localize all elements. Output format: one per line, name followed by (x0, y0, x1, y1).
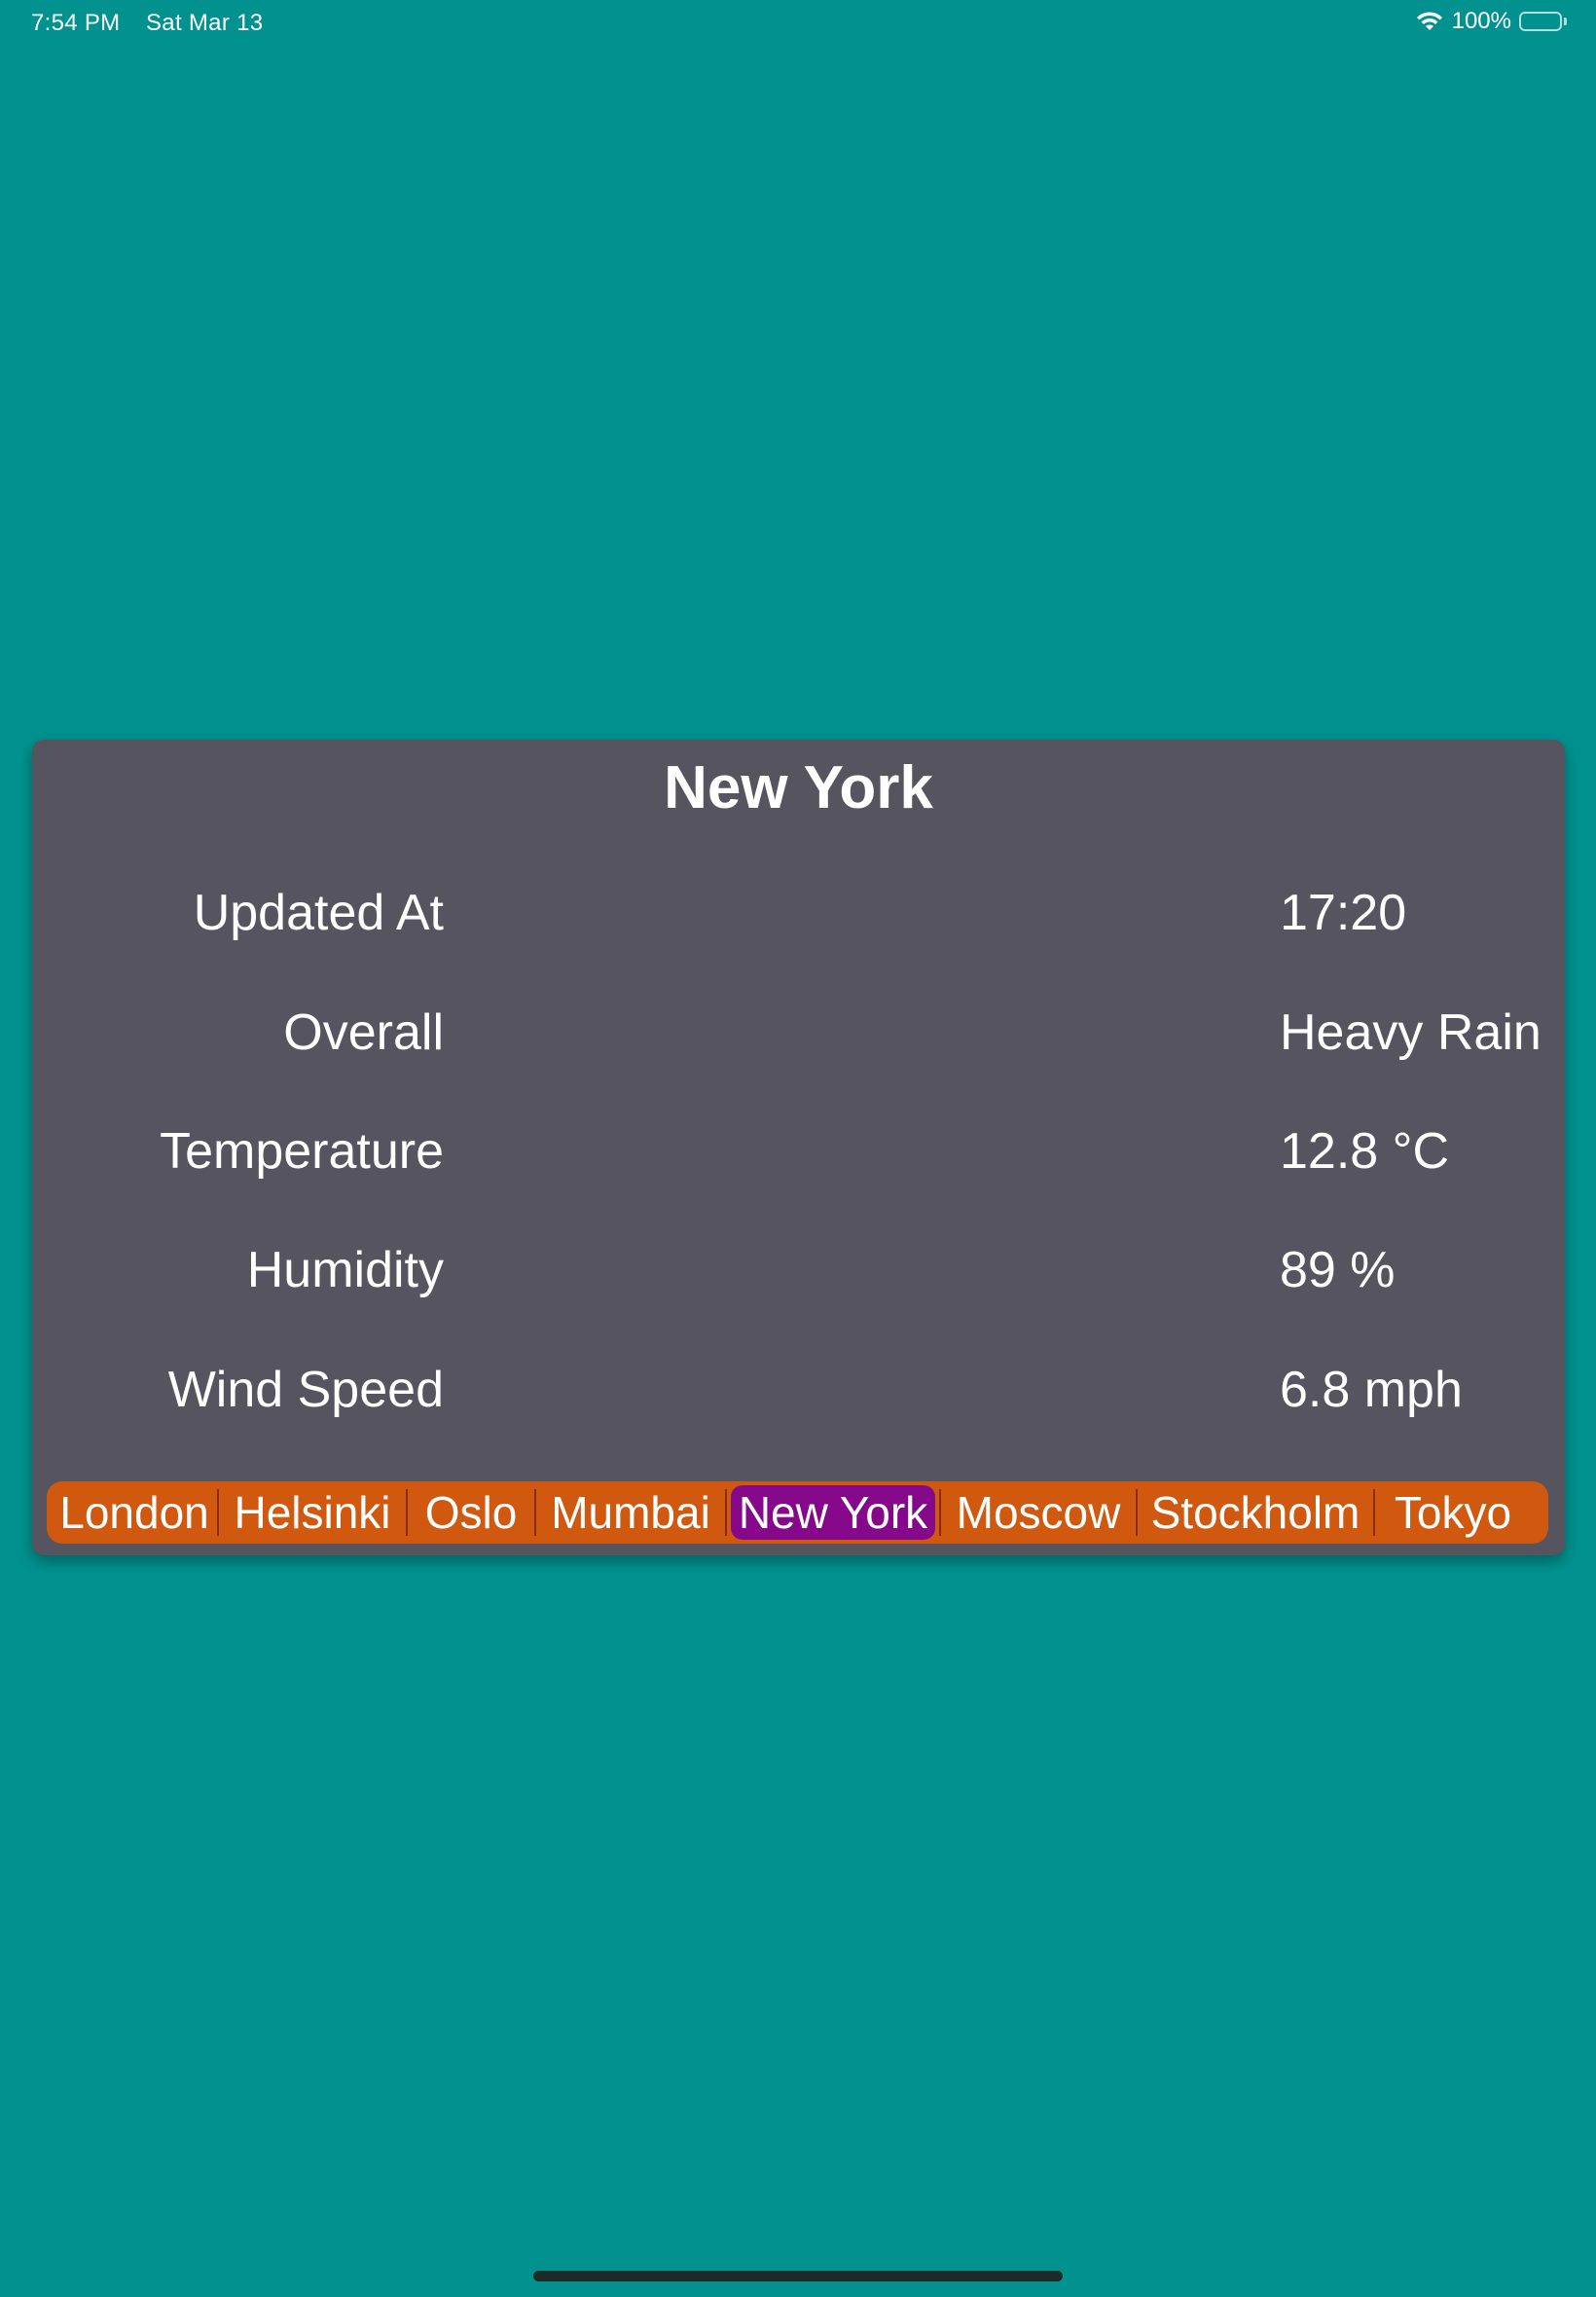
row-value: 17:20 (1280, 885, 1407, 941)
weather-card: New York Updated At 17:20 Overall Heavy … (32, 740, 1565, 1555)
home-indicator[interactable] (533, 2271, 1063, 2281)
row-label: Updated At (193, 885, 444, 941)
row-value: 89 % (1280, 1242, 1396, 1298)
segment-new-york[interactable]: New York (731, 1485, 935, 1540)
row-label: Wind Speed (167, 1362, 444, 1418)
weather-row-temperature: Temperature 12.8 °C (32, 1122, 1565, 1190)
wifi-icon (1415, 11, 1444, 32)
segment-oslo[interactable]: Oslo (408, 1485, 534, 1540)
weather-row-humidity: Humidity 89 % (32, 1241, 1565, 1309)
segment-tokyo[interactable]: Tokyo (1375, 1485, 1531, 1540)
segment-stockholm[interactable]: Stockholm (1138, 1485, 1373, 1540)
segment-mumbai[interactable]: Mumbai (536, 1485, 725, 1540)
status-indicators: 100% (1415, 8, 1567, 35)
row-label: Temperature (160, 1123, 444, 1180)
status-time: 7:54 PM (31, 10, 121, 36)
row-value: Heavy Rain (1280, 1004, 1542, 1061)
segment-london[interactable]: London (52, 1485, 217, 1540)
row-label: Humidity (246, 1242, 444, 1298)
city-title: New York (664, 754, 933, 821)
segment-helsinki[interactable]: Helsinki (219, 1485, 406, 1540)
status-bar: 7:54 PM Sat Mar 13 100% (0, 0, 1596, 47)
row-label: Overall (283, 1004, 444, 1061)
weather-row-updated-at: Updated At 17:20 (32, 884, 1565, 952)
battery-percent: 100% (1451, 8, 1511, 34)
segment-divider (725, 1489, 727, 1536)
screen: 7:54 PM Sat Mar 13 100% New York Updated… (0, 0, 1596, 2297)
segment-moscow[interactable]: Moscow (941, 1485, 1136, 1540)
weather-row-wind-speed: Wind Speed 6.8 mph (32, 1361, 1565, 1429)
city-segmented-control: London Helsinki Oslo Mumbai New York Mos… (47, 1481, 1548, 1544)
weather-row-overall: Overall Heavy Rain (32, 1003, 1565, 1072)
battery-icon (1519, 12, 1567, 31)
status-date: Sat Mar 13 (146, 10, 264, 36)
row-value: 6.8 mph (1280, 1362, 1463, 1418)
row-value: 12.8 °C (1280, 1123, 1450, 1180)
